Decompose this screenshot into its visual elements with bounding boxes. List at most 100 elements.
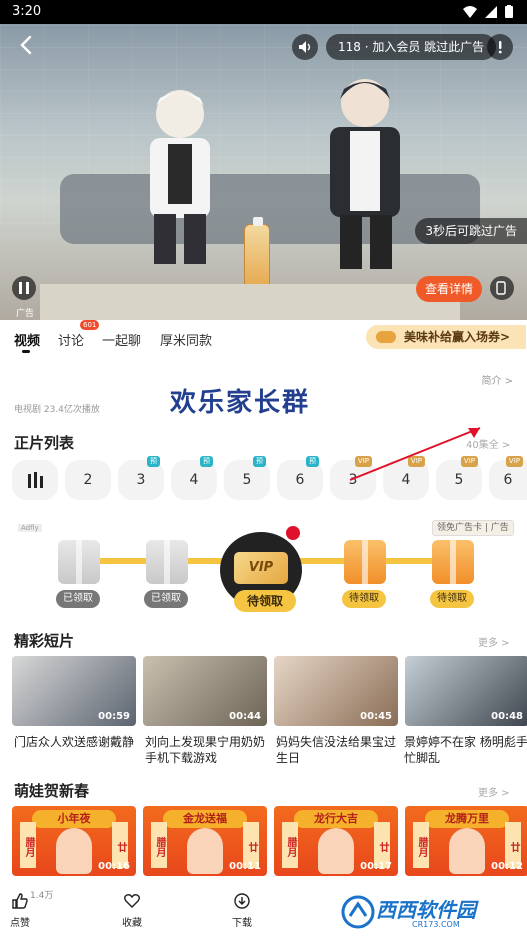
video-character-left: [150, 90, 210, 264]
video-duration: 00:44: [229, 711, 261, 722]
heart-plus-icon: [124, 894, 140, 908]
video-duration: 00:16: [98, 861, 130, 872]
download-label: 下载: [232, 918, 252, 929]
episode-item[interactable]: 5预: [224, 456, 270, 500]
short-video-thumbnail[interactable]: 00:48: [405, 656, 527, 726]
video-duration: 00:45: [360, 711, 392, 722]
episode-number: 6: [503, 472, 513, 488]
episode-number: 3: [136, 472, 146, 488]
volume-button[interactable]: [292, 34, 318, 60]
spring-more-link[interactable]: 更多 >: [478, 784, 510, 799]
couplet-left: 腊月: [20, 822, 36, 868]
spring-video-thumbnail[interactable]: 龙腾万里 腊月 廿 00:12: [405, 806, 527, 876]
episode-item[interactable]: 3预: [118, 456, 164, 500]
chevron-left-icon: [20, 35, 32, 55]
short-video-caption[interactable]: 门店众人欢送感谢戴静: [14, 734, 138, 750]
episode-number: 5: [454, 472, 464, 488]
tab-active-indicator: [22, 350, 30, 353]
short-video-caption[interactable]: 妈妈失信没法给果宝过生日: [276, 734, 400, 766]
shorts-row: 00:59 00:44 00:45 00:48: [12, 656, 527, 726]
back-button[interactable]: [14, 32, 40, 58]
video-character-right: [330, 79, 400, 269]
signal-icon: [485, 5, 497, 18]
notification-dot: [286, 526, 300, 540]
vip-claim-button[interactable]: 待领取: [234, 590, 296, 612]
episode-item[interactable]: 5 VIP: [436, 456, 482, 500]
download-button[interactable]: 下载: [222, 892, 262, 929]
pause-button[interactable]: [12, 276, 36, 300]
video-duration: 00:48: [491, 711, 523, 722]
promo-button[interactable]: 美味补给赢入场券>: [366, 325, 526, 349]
phone-rotate-icon: [496, 281, 506, 295]
spring-section-title: 萌娃贺新春: [14, 782, 90, 800]
skip-ad-button[interactable]: 118 · 加入会员 跳过此广告: [326, 34, 497, 60]
episode-item[interactable]: 3 VIP: [330, 456, 376, 500]
short-video-thumbnail[interactable]: 00:44: [143, 656, 267, 726]
status-bar: 3:20: [0, 0, 527, 24]
shorts-more-link[interactable]: 更多 >: [478, 634, 510, 649]
thumbnail-banner-text: 龙行大吉: [294, 810, 378, 828]
reward-claim-button[interactable]: 待领取: [342, 590, 386, 608]
short-video-caption[interactable]: 景婷婷不在家 杨明彪手忙脚乱: [404, 734, 527, 766]
promo-label: 美味补给赢入场券>: [404, 330, 511, 344]
gift-box-icon: [344, 540, 386, 584]
rotate-screen-button[interactable]: [490, 276, 514, 300]
tab-chat[interactable]: 一起聊: [102, 330, 141, 349]
episode-item[interactable]: 6 VIP: [489, 456, 527, 500]
ad-info-button[interactable]: [487, 34, 513, 60]
status-time: 3:20: [12, 4, 42, 19]
video-duration: 00:59: [98, 711, 130, 722]
favorite-button[interactable]: 收藏: [112, 892, 152, 929]
child-figure: [318, 828, 354, 874]
exclamation-icon: [498, 41, 502, 54]
child-figure: [56, 828, 92, 874]
tab-discussion[interactable]: 讨论: [58, 330, 84, 349]
reward-claimed-label: 已领取: [56, 590, 100, 608]
view-details-button[interactable]: 查看详情: [416, 276, 482, 302]
gift-box-icon: [432, 540, 474, 584]
pause-icon: [19, 282, 29, 294]
tab-video[interactable]: 视频: [14, 330, 40, 349]
download-icon: [234, 893, 250, 909]
episode-number: 2: [83, 472, 93, 488]
spring-video-thumbnail[interactable]: 金龙送福 腊月 廿 00:11: [143, 806, 267, 876]
tab-same-style[interactable]: 厚米同款: [160, 330, 212, 349]
reward-claimed-label: 已领取: [144, 590, 188, 608]
preview-tag: 预: [200, 456, 213, 467]
spring-video-thumbnail[interactable]: 小年夜 腊月 廿 00:16: [12, 806, 136, 876]
system-icons: [463, 5, 513, 18]
wifi-icon: [463, 5, 477, 18]
episode-item[interactable]: 4预: [171, 456, 217, 500]
playing-bars-icon: [28, 472, 43, 488]
site-watermark: 西西软件园 CR173.COM: [336, 886, 527, 937]
like-label: 点赞: [10, 918, 30, 929]
short-video-thumbnail[interactable]: 00:59: [12, 656, 136, 726]
episode-number: 5: [242, 472, 252, 488]
episode-item[interactable]: [12, 460, 58, 500]
episode-item[interactable]: 2: [65, 460, 111, 500]
watermark-subtext: CR173.COM: [412, 920, 460, 929]
child-figure: [187, 828, 223, 874]
thumbs-up-icon: [12, 893, 28, 909]
ad-label: 广告: [16, 309, 35, 319]
like-count: 1.4万: [30, 891, 54, 901]
spring-video-thumbnail[interactable]: 龙行大吉 腊月 廿 00:17: [274, 806, 398, 876]
watermark-logo-icon: [341, 895, 375, 929]
episode-list-more[interactable]: 40集全 >: [466, 436, 510, 451]
couplet-left: 腊月: [151, 822, 167, 868]
episode-number: 6: [295, 472, 305, 488]
gift-box-icon: [146, 540, 188, 584]
couplet-left: 腊月: [282, 822, 298, 868]
summary-link[interactable]: 简介 >: [481, 372, 513, 387]
short-video-caption[interactable]: 刘向上发现果宁用奶奶手机下载游戏: [145, 734, 269, 766]
short-video-thumbnail[interactable]: 00:45: [274, 656, 398, 726]
preview-tag: 预: [147, 456, 160, 467]
episode-number: 3: [348, 472, 358, 488]
episode-item[interactable]: 6预: [277, 456, 323, 500]
reward-claim-button[interactable]: 待领取: [430, 590, 474, 608]
video-duration: 00:12: [491, 861, 523, 872]
battery-icon: [505, 5, 513, 18]
preview-tag: 预: [306, 456, 319, 467]
episode-item[interactable]: 4 VIP: [383, 456, 429, 500]
couplet-left: 腊月: [413, 822, 429, 868]
